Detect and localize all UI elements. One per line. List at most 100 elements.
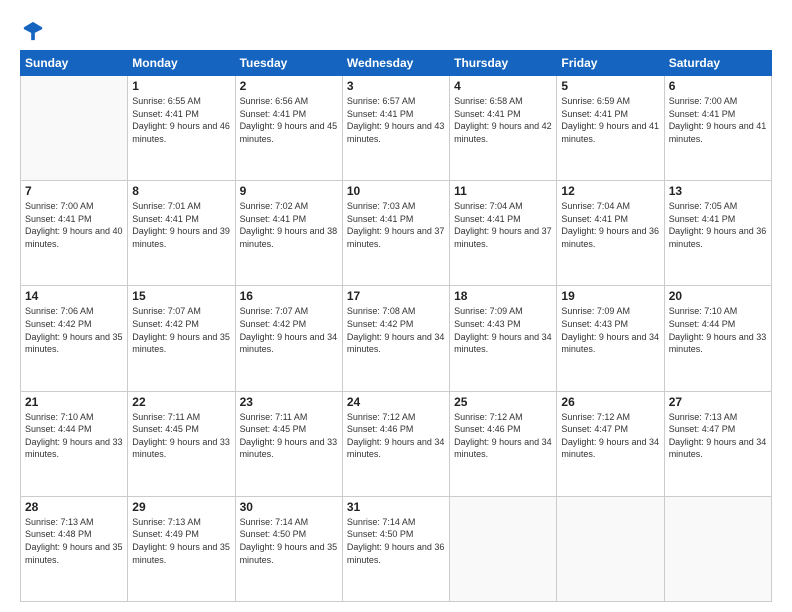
header bbox=[20, 16, 772, 42]
cell-info: Sunrise: 7:11 AMSunset: 4:45 PMDaylight:… bbox=[240, 411, 338, 461]
day-number: 6 bbox=[669, 79, 767, 93]
header-wednesday: Wednesday bbox=[342, 51, 449, 76]
header-thursday: Thursday bbox=[450, 51, 557, 76]
cell-info: Sunrise: 6:55 AMSunset: 4:41 PMDaylight:… bbox=[132, 95, 230, 145]
cell-info: Sunrise: 7:11 AMSunset: 4:45 PMDaylight:… bbox=[132, 411, 230, 461]
calendar-header-row: Sunday Monday Tuesday Wednesday Thursday… bbox=[21, 51, 772, 76]
calendar-cell: 10Sunrise: 7:03 AMSunset: 4:41 PMDayligh… bbox=[342, 181, 449, 286]
cell-info: Sunrise: 7:07 AMSunset: 4:42 PMDaylight:… bbox=[132, 305, 230, 355]
day-number: 29 bbox=[132, 500, 230, 514]
header-sunday: Sunday bbox=[21, 51, 128, 76]
calendar-cell: 3 Sunrise: 6:57 AMSunset: 4:41 PMDaylight… bbox=[342, 76, 449, 181]
cell-info: Sunrise: 7:01 AMSunset: 4:41 PMDaylight:… bbox=[132, 200, 230, 250]
logo bbox=[20, 20, 44, 42]
cell-info: Sunrise: 7:13 AMSunset: 4:48 PMDaylight:… bbox=[25, 516, 123, 566]
day-number: 26 bbox=[561, 395, 659, 409]
logo-icon bbox=[22, 20, 44, 42]
calendar-cell bbox=[557, 496, 664, 601]
calendar-cell: 16 Sunrise: 7:07 AMSunset: 4:42 PMDayligh… bbox=[235, 286, 342, 391]
calendar-cell: 25Sunrise: 7:12 AMSunset: 4:46 PMDayligh… bbox=[450, 391, 557, 496]
calendar-cell: 5 Sunrise: 6:59 AMSunset: 4:41 PMDaylight… bbox=[557, 76, 664, 181]
day-number: 31 bbox=[347, 500, 445, 514]
cell-info: Sunrise: 7:14 AMSunset: 4:50 PMDaylight:… bbox=[240, 516, 338, 566]
calendar-cell bbox=[664, 496, 771, 601]
day-number: 5 bbox=[561, 79, 659, 93]
day-number: 10 bbox=[347, 184, 445, 198]
day-number: 4 bbox=[454, 79, 552, 93]
page: Sunday Monday Tuesday Wednesday Thursday… bbox=[0, 0, 792, 612]
calendar-week-row: 1 Sunrise: 6:55 AMSunset: 4:41 PMDaylight… bbox=[21, 76, 772, 181]
header-friday: Friday bbox=[557, 51, 664, 76]
cell-info: Sunrise: 6:56 AMSunset: 4:41 PMDaylight:… bbox=[240, 95, 338, 145]
cell-info: Sunrise: 7:04 AMSunset: 4:41 PMDaylight:… bbox=[454, 200, 552, 250]
day-number: 18 bbox=[454, 289, 552, 303]
cell-info: Sunrise: 7:09 AMSunset: 4:43 PMDaylight:… bbox=[454, 305, 552, 355]
calendar-cell: 24 Sunrise: 7:12 AMSunset: 4:46 PMDayligh… bbox=[342, 391, 449, 496]
calendar-cell: 19 Sunrise: 7:09 AMSunset: 4:43 PMDayligh… bbox=[557, 286, 664, 391]
calendar-cell: 28 Sunrise: 7:13 AMSunset: 4:48 PMDayligh… bbox=[21, 496, 128, 601]
day-number: 3 bbox=[347, 79, 445, 93]
cell-info: Sunrise: 7:07 AMSunset: 4:42 PMDaylight:… bbox=[240, 305, 338, 355]
calendar-cell: 4Sunrise: 6:58 AMSunset: 4:41 PMDaylight… bbox=[450, 76, 557, 181]
day-number: 7 bbox=[25, 184, 123, 198]
calendar-cell: 27 Sunrise: 7:13 AMSunset: 4:47 PMDayligh… bbox=[664, 391, 771, 496]
cell-info: Sunrise: 7:08 AMSunset: 4:42 PMDaylight:… bbox=[347, 305, 445, 355]
cell-info: Sunrise: 7:14 AMSunset: 4:50 PMDaylight:… bbox=[347, 516, 445, 566]
header-monday: Monday bbox=[128, 51, 235, 76]
cell-info: Sunrise: 6:57 AMSunset: 4:41 PMDaylight:… bbox=[347, 95, 445, 145]
day-number: 20 bbox=[669, 289, 767, 303]
calendar-week-row: 7 Sunrise: 7:00 AMSunset: 4:41 PMDaylight… bbox=[21, 181, 772, 286]
calendar-cell: 13Sunrise: 7:05 AMSunset: 4:41 PMDayligh… bbox=[664, 181, 771, 286]
day-number: 13 bbox=[669, 184, 767, 198]
calendar-cell: 21 Sunrise: 7:10 AMSunset: 4:44 PMDayligh… bbox=[21, 391, 128, 496]
day-number: 15 bbox=[132, 289, 230, 303]
day-number: 24 bbox=[347, 395, 445, 409]
calendar-cell: 26Sunrise: 7:12 AMSunset: 4:47 PMDayligh… bbox=[557, 391, 664, 496]
calendar-table: Sunday Monday Tuesday Wednesday Thursday… bbox=[20, 50, 772, 602]
day-number: 22 bbox=[132, 395, 230, 409]
calendar-cell: 30Sunrise: 7:14 AMSunset: 4:50 PMDayligh… bbox=[235, 496, 342, 601]
calendar-cell: 7 Sunrise: 7:00 AMSunset: 4:41 PMDaylight… bbox=[21, 181, 128, 286]
day-number: 9 bbox=[240, 184, 338, 198]
day-number: 16 bbox=[240, 289, 338, 303]
calendar-cell: 15 Sunrise: 7:07 AMSunset: 4:42 PMDayligh… bbox=[128, 286, 235, 391]
calendar-week-row: 28 Sunrise: 7:13 AMSunset: 4:48 PMDayligh… bbox=[21, 496, 772, 601]
cell-info: Sunrise: 7:13 AMSunset: 4:47 PMDaylight:… bbox=[669, 411, 767, 461]
calendar-cell: 29 Sunrise: 7:13 AMSunset: 4:49 PMDayligh… bbox=[128, 496, 235, 601]
calendar-cell: 12 Sunrise: 7:04 AMSunset: 4:41 PMDayligh… bbox=[557, 181, 664, 286]
calendar-cell: 31 Sunrise: 7:14 AMSunset: 4:50 PMDayligh… bbox=[342, 496, 449, 601]
calendar-cell: 20 Sunrise: 7:10 AMSunset: 4:44 PMDayligh… bbox=[664, 286, 771, 391]
calendar-cell: 9 Sunrise: 7:02 AMSunset: 4:41 PMDaylight… bbox=[235, 181, 342, 286]
day-number: 12 bbox=[561, 184, 659, 198]
day-number: 21 bbox=[25, 395, 123, 409]
cell-info: Sunrise: 7:09 AMSunset: 4:43 PMDaylight:… bbox=[561, 305, 659, 355]
calendar-cell: 6Sunrise: 7:00 AMSunset: 4:41 PMDaylight… bbox=[664, 76, 771, 181]
cell-info: Sunrise: 7:00 AMSunset: 4:41 PMDaylight:… bbox=[25, 200, 123, 250]
cell-info: Sunrise: 7:10 AMSunset: 4:44 PMDaylight:… bbox=[669, 305, 767, 355]
cell-info: Sunrise: 7:12 AMSunset: 4:46 PMDaylight:… bbox=[347, 411, 445, 461]
calendar-cell: 23Sunrise: 7:11 AMSunset: 4:45 PMDayligh… bbox=[235, 391, 342, 496]
calendar-cell bbox=[450, 496, 557, 601]
calendar-cell: 2Sunrise: 6:56 AMSunset: 4:41 PMDaylight… bbox=[235, 76, 342, 181]
day-number: 27 bbox=[669, 395, 767, 409]
cell-info: Sunrise: 6:59 AMSunset: 4:41 PMDaylight:… bbox=[561, 95, 659, 145]
day-number: 17 bbox=[347, 289, 445, 303]
calendar-cell: 22 Sunrise: 7:11 AMSunset: 4:45 PMDayligh… bbox=[128, 391, 235, 496]
calendar-cell: 8Sunrise: 7:01 AMSunset: 4:41 PMDaylight… bbox=[128, 181, 235, 286]
day-number: 28 bbox=[25, 500, 123, 514]
day-number: 14 bbox=[25, 289, 123, 303]
calendar-cell bbox=[21, 76, 128, 181]
cell-info: Sunrise: 7:10 AMSunset: 4:44 PMDaylight:… bbox=[25, 411, 123, 461]
day-number: 19 bbox=[561, 289, 659, 303]
calendar-cell: 1 Sunrise: 6:55 AMSunset: 4:41 PMDaylight… bbox=[128, 76, 235, 181]
cell-info: Sunrise: 7:06 AMSunset: 4:42 PMDaylight:… bbox=[25, 305, 123, 355]
day-number: 25 bbox=[454, 395, 552, 409]
day-number: 11 bbox=[454, 184, 552, 198]
day-number: 1 bbox=[132, 79, 230, 93]
cell-info: Sunrise: 7:04 AMSunset: 4:41 PMDaylight:… bbox=[561, 200, 659, 250]
cell-info: Sunrise: 7:13 AMSunset: 4:49 PMDaylight:… bbox=[132, 516, 230, 566]
calendar-cell: 17 Sunrise: 7:08 AMSunset: 4:42 PMDayligh… bbox=[342, 286, 449, 391]
cell-info: Sunrise: 7:02 AMSunset: 4:41 PMDaylight:… bbox=[240, 200, 338, 250]
calendar-cell: 18 Sunrise: 7:09 AMSunset: 4:43 PMDayligh… bbox=[450, 286, 557, 391]
calendar-cell: 14 Sunrise: 7:06 AMSunset: 4:42 PMDayligh… bbox=[21, 286, 128, 391]
